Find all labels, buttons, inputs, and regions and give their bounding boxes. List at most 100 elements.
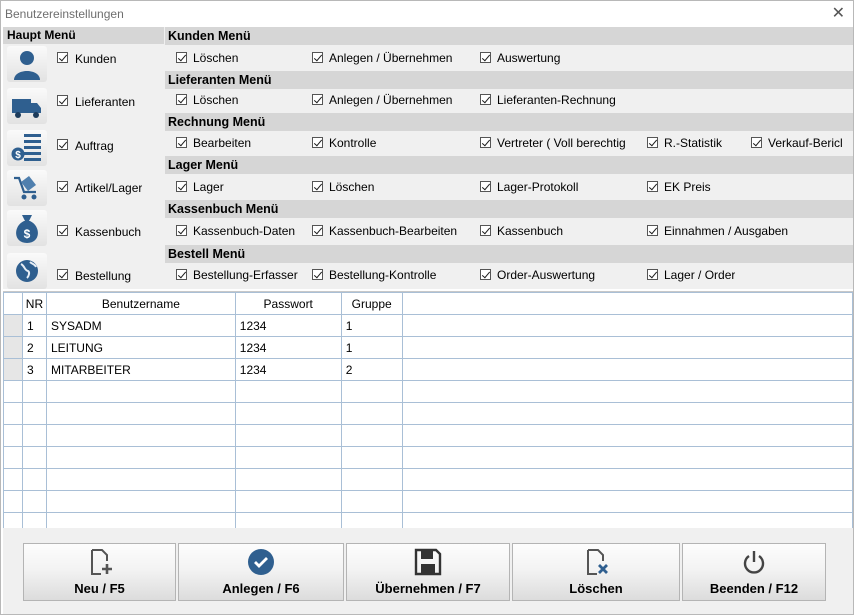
cell-nr[interactable]: 1 <box>21 314 47 337</box>
auftrag-label: Auftrag <box>75 139 114 153</box>
empty-row <box>3 380 853 403</box>
column-header-gruppe[interactable]: Gruppe <box>340 292 403 315</box>
svg-text:$: $ <box>24 227 31 241</box>
rechnung-verkauf-bericht-label: Verkauf-Bericl <box>768 136 843 150</box>
lieferanten-loeschen-label: Löschen <box>193 93 239 107</box>
main-menu-item-kunden: Kunden <box>3 45 164 85</box>
kunden-loeschen-checkbox[interactable] <box>176 52 187 63</box>
lieferanten-checkbox[interactable] <box>57 95 68 106</box>
cell-gruppe[interactable]: 1 <box>340 314 403 337</box>
kassenbuch-kassenbuch-checkbox[interactable] <box>480 225 491 236</box>
kassenbuch-checkbox[interactable] <box>57 225 68 236</box>
kunden-checkbox[interactable] <box>57 52 68 63</box>
rechnung-vertreter-label: Vertreter ( Voll berechtig <box>497 136 626 150</box>
bestellung-label: Bestellung <box>75 269 132 283</box>
lager-loeschen-label: Löschen <box>329 180 375 194</box>
lager-protokoll-checkbox[interactable] <box>480 181 491 192</box>
table-row[interactable]: 3 MITARBEITER 1234 2 <box>3 358 853 381</box>
row-selector-header <box>3 292 23 315</box>
apply-button[interactable]: Übernehmen / F7 <box>346 543 510 601</box>
rechnung-kontrolle-checkbox[interactable] <box>312 137 323 148</box>
main-menu-item-artikel-lager: Artikel/Lager <box>3 170 164 212</box>
lieferanten-loeschen-checkbox[interactable] <box>176 94 187 105</box>
save-floppy-icon <box>413 547 443 580</box>
cell-passwort[interactable]: 1234 <box>234 314 342 337</box>
row-selector[interactable] <box>3 358 23 381</box>
bestellung-kontrolle-label: Bestellung-Kontrolle <box>329 268 437 282</box>
kassenbuch-menu-options: Kassenbuch-Daten Kassenbuch-Bearbeiten K… <box>165 218 853 242</box>
kunden-label: Kunden <box>75 52 117 66</box>
create-button-label: Anlegen / F6 <box>222 581 300 596</box>
table-row[interactable]: 2 LEITUNG 1234 1 <box>3 336 853 359</box>
cell-gruppe[interactable]: 1 <box>340 336 403 359</box>
lieferanten-menu-options: Löschen Anlegen / Übernehmen Lieferanten… <box>165 89 853 113</box>
cell-filler <box>401 336 853 359</box>
column-header-filler <box>401 292 853 315</box>
order-auswertung-checkbox[interactable] <box>480 269 491 280</box>
cell-benutzername[interactable]: MITARBEITER <box>45 358 236 381</box>
kassenbuch-menu-header: Kassenbuch Menü <box>165 200 853 218</box>
rechnung-statistik-checkbox[interactable] <box>647 137 658 148</box>
lieferanten-anlegen-checkbox[interactable] <box>312 94 323 105</box>
rechnung-verkauf-bericht-checkbox[interactable] <box>751 137 762 148</box>
lager-ek-preis-label: EK Preis <box>664 180 711 194</box>
main-menu-header: Haupt Menü <box>3 27 164 44</box>
empty-row <box>3 424 853 447</box>
lager-order-checkbox[interactable] <box>647 269 658 280</box>
cell-benutzername[interactable]: LEITUNG <box>45 336 236 359</box>
checkmark-circle-icon <box>246 547 276 580</box>
exit-button[interactable]: Beenden / F12 <box>682 543 826 601</box>
artikel-lager-label: Artikel/Lager <box>75 181 143 195</box>
cell-nr[interactable]: 3 <box>21 358 47 381</box>
cell-nr[interactable]: 2 <box>21 336 47 359</box>
window-title: Benutzereinstellungen <box>5 7 124 21</box>
users-grid[interactable]: NR Benutzername Passwort Gruppe 1 SYSADM… <box>3 291 853 528</box>
lieferanten-menu-header: Lieferanten Menü <box>165 71 853 89</box>
bestell-menu-header: Bestell Menü <box>165 245 853 263</box>
rechnung-bearbeiten-checkbox[interactable] <box>176 137 187 148</box>
table-row[interactable]: 1 SYSADM 1234 1 <box>3 314 853 337</box>
users-table: NR Benutzername Passwort Gruppe 1 SYSADM… <box>3 292 853 528</box>
kassenbuch-einnahmen-label: Einnahmen / Ausgaben <box>664 224 789 238</box>
kassenbuch-bearbeiten-checkbox[interactable] <box>312 225 323 236</box>
column-header-benutzername[interactable]: Benutzername <box>45 292 236 315</box>
lager-order-label: Lager / Order <box>664 268 736 282</box>
close-icon[interactable]: ✕ <box>832 4 845 24</box>
lager-lager-checkbox[interactable] <box>176 181 187 192</box>
kassenbuch-kassenbuch-label: Kassenbuch <box>497 224 564 238</box>
new-button[interactable]: Neu / F5 <box>23 543 176 601</box>
kassenbuch-bearbeiten-label: Kassenbuch-Bearbeiten <box>329 224 458 238</box>
table-header-row: NR Benutzername Passwort Gruppe <box>3 292 853 315</box>
auftrag-checkbox[interactable] <box>57 139 68 150</box>
globe-icon <box>7 253 47 289</box>
artikel-lager-checkbox[interactable] <box>57 181 68 192</box>
bestellung-erfasser-checkbox[interactable] <box>176 269 187 280</box>
row-selector[interactable] <box>3 314 23 337</box>
truck-icon <box>7 88 47 124</box>
cell-passwort[interactable]: 1234 <box>234 358 342 381</box>
lager-menu-header: Lager Menü <box>165 156 853 174</box>
delete-button[interactable]: Löschen <box>512 543 680 601</box>
kassenbuch-daten-checkbox[interactable] <box>176 225 187 236</box>
column-header-nr[interactable]: NR <box>21 292 47 315</box>
new-button-label: Neu / F5 <box>74 581 125 596</box>
cell-gruppe[interactable]: 2 <box>340 358 403 381</box>
column-header-passwort[interactable]: Passwort <box>234 292 342 315</box>
lager-loeschen-checkbox[interactable] <box>312 181 323 192</box>
kunden-auswertung-checkbox[interactable] <box>480 52 491 63</box>
lager-ek-preis-checkbox[interactable] <box>647 181 658 192</box>
create-button[interactable]: Anlegen / F6 <box>178 543 344 601</box>
kunden-anlegen-checkbox[interactable] <box>312 52 323 63</box>
cell-benutzername[interactable]: SYSADM <box>45 314 236 337</box>
lager-menu-options: Lager Löschen Lager-Protokoll EK Preis <box>165 174 853 198</box>
main-menu-item-kassenbuch: $ Kassenbuch <box>3 210 164 252</box>
lieferanten-rechnung-checkbox[interactable] <box>480 94 491 105</box>
kassenbuch-einnahmen-checkbox[interactable] <box>647 225 658 236</box>
bestell-menu-options: Bestellung-Erfasser Bestellung-Kontrolle… <box>165 263 853 287</box>
bestellung-kontrolle-checkbox[interactable] <box>312 269 323 280</box>
bestellung-checkbox[interactable] <box>57 269 68 280</box>
rechnung-vertreter-checkbox[interactable] <box>480 137 491 148</box>
row-selector[interactable] <box>3 336 23 359</box>
power-icon <box>739 547 769 580</box>
cell-passwort[interactable]: 1234 <box>234 336 342 359</box>
